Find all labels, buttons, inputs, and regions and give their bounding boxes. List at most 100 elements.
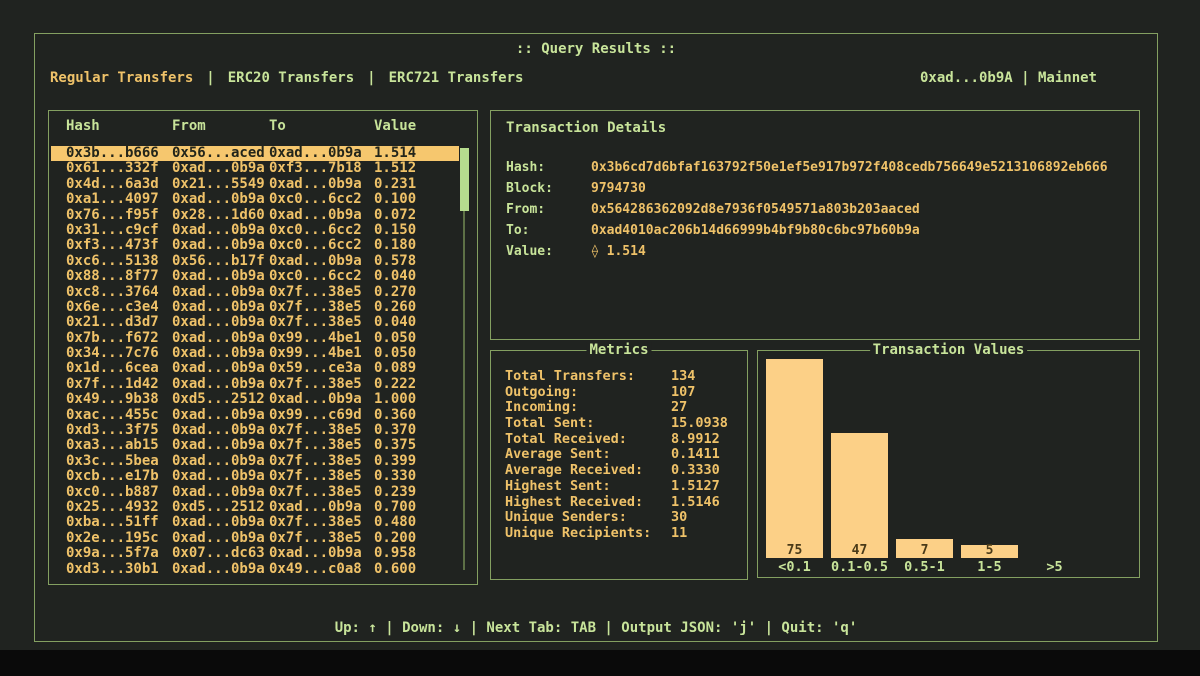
- bar-<0.1: 75: [766, 359, 823, 558]
- cell-to: 0xad...0b9a: [269, 177, 374, 192]
- tab-regular-transfers[interactable]: Regular Transfers: [50, 70, 193, 86]
- cell-value: 1.512: [374, 161, 459, 176]
- metric-row: Total Received:8.9912: [505, 432, 741, 448]
- table-row[interactable]: 0xba...51ff0xad...0b9a0x7f...38e50.480: [51, 515, 459, 530]
- cell-hash: 0x76...f95f: [66, 208, 172, 223]
- table-row[interactable]: 0x9a...5f7a0x07...dc630xad...0b9a0.958: [51, 546, 459, 561]
- table-row[interactable]: 0x34...7c760xad...0b9a0x99...4be10.050: [51, 346, 459, 361]
- table-row[interactable]: 0xf3...473f0xad...0b9a0xc0...6cc20.180: [51, 238, 459, 253]
- cell-to: 0x99...4be1: [269, 346, 374, 361]
- tab-erc20-transfers[interactable]: ERC20 Transfers: [228, 70, 354, 86]
- cell-from: 0xd5...2512: [172, 392, 269, 407]
- cell-from: 0xad...0b9a: [172, 438, 269, 453]
- metric-row: Average Received:0.3330: [505, 463, 741, 479]
- cell-from: 0xad...0b9a: [172, 531, 269, 546]
- transfers-table-panel: HashFromToValue 0x3b...b6660x56...aced0x…: [48, 110, 478, 585]
- cell-value: 0.700: [374, 500, 459, 515]
- table-row[interactable]: 0x49...9b380xd5...25120xad...0b9a1.000: [51, 392, 459, 407]
- cell-from: 0xad...0b9a: [172, 454, 269, 469]
- detail-label: To:: [506, 220, 591, 241]
- table-row[interactable]: 0x3b...b6660x56...aced0xad...0b9a1.514: [51, 146, 459, 161]
- cell-to: 0x49...c0a8: [269, 562, 374, 577]
- cell-value: 0.150: [374, 223, 459, 238]
- detail-label: Value:: [506, 241, 591, 262]
- cell-hash: 0xba...51ff: [66, 515, 172, 530]
- cell-from: 0xad...0b9a: [172, 161, 269, 176]
- table-row[interactable]: 0x7b...f6720xad...0b9a0x99...4be10.050: [51, 331, 459, 346]
- cell-to: 0xc0...6cc2: [269, 238, 374, 253]
- metric-row: Total Transfers:134: [505, 369, 741, 385]
- cell-hash: 0x31...c9cf: [66, 223, 172, 238]
- metric-value: 107: [671, 385, 695, 401]
- table-row[interactable]: 0xcb...e17b0xad...0b9a0x7f...38e50.330: [51, 469, 459, 484]
- cell-value: 0.231: [374, 177, 459, 192]
- table-row[interactable]: 0xd3...30b10xad...0b9a0x49...c0a80.600: [51, 562, 459, 577]
- cell-value: 0.200: [374, 531, 459, 546]
- bar-0.1-0.5: 47: [831, 433, 888, 558]
- cell-value: 0.040: [374, 315, 459, 330]
- cell-to: 0xad...0b9a: [269, 146, 374, 161]
- cell-hash: 0x21...d3d7: [66, 315, 172, 330]
- table-row[interactable]: 0x76...f95f0x28...1d600xad...0b9a0.072: [51, 208, 459, 223]
- tab-erc721-transfers[interactable]: ERC721 Transfers: [389, 70, 524, 86]
- table-row[interactable]: 0x1d...6cea0xad...0b9a0x59...ce3a0.089: [51, 361, 459, 376]
- table-row[interactable]: 0xa1...40970xad...0b9a0xc0...6cc20.100: [51, 192, 459, 207]
- table-row[interactable]: 0x6e...c3e40xad...0b9a0x7f...38e50.260: [51, 300, 459, 315]
- cell-value: 0.375: [374, 438, 459, 453]
- metric-label: Highest Received:: [505, 495, 671, 511]
- cell-to: 0xf3...7b18: [269, 161, 374, 176]
- cell-from: 0xad...0b9a: [172, 515, 269, 530]
- cell-hash: 0x7f...1d42: [66, 377, 172, 392]
- cell-value: 0.239: [374, 485, 459, 500]
- metric-label: Average Sent:: [505, 447, 671, 463]
- cell-hash: 0x7b...f672: [66, 331, 172, 346]
- detail-row: To:0xad4010ac206b14d66999b4bf9b80c6bc97b…: [506, 220, 1131, 241]
- cell-from: 0xad...0b9a: [172, 562, 269, 577]
- metric-label: Unique Senders:: [505, 510, 671, 526]
- cell-hash: 0x6e...c3e4: [66, 300, 172, 315]
- cell-value: 0.089: [374, 361, 459, 376]
- table-row[interactable]: 0x3c...5bea0xad...0b9a0x7f...38e50.399: [51, 454, 459, 469]
- cell-to: 0xc0...6cc2: [269, 223, 374, 238]
- table-row[interactable]: 0xac...455c0xad...0b9a0x99...c69d0.360: [51, 408, 459, 423]
- table-row[interactable]: 0xc8...37640xad...0b9a0x7f...38e50.270: [51, 285, 459, 300]
- cell-from: 0xd5...2512: [172, 500, 269, 515]
- tab-separator: |: [206, 70, 214, 86]
- table-row[interactable]: 0xc0...b8870xad...0b9a0x7f...38e50.239: [51, 485, 459, 500]
- metrics-panel: Metrics Total Transfers:134Outgoing:107I…: [490, 350, 748, 580]
- table-row[interactable]: 0x21...d3d70xad...0b9a0x7f...38e50.040: [51, 315, 459, 330]
- table-row[interactable]: 0x31...c9cf0xad...0b9a0xc0...6cc20.150: [51, 223, 459, 238]
- table-row[interactable]: 0x7f...1d420xad...0b9a0x7f...38e50.222: [51, 377, 459, 392]
- table-row[interactable]: 0x4d...6a3d0x21...55490xad...0b9a0.231: [51, 177, 459, 192]
- query-results-frame: :: Query Results :: Regular Transfers|ER…: [34, 33, 1158, 642]
- cell-from: 0xad...0b9a: [172, 192, 269, 207]
- table-row[interactable]: 0xc6...51380x56...b17f0xad...0b9a0.578: [51, 254, 459, 269]
- cell-hash: 0xc8...3764: [66, 285, 172, 300]
- cell-hash: 0xa3...ab15: [66, 438, 172, 453]
- table-row[interactable]: 0x25...49320xd5...25120xad...0b9a0.700: [51, 500, 459, 515]
- cell-from: 0xad...0b9a: [172, 269, 269, 284]
- table-row[interactable]: 0x88...8f770xad...0b9a0xc0...6cc20.040: [51, 269, 459, 284]
- scrollbar-thumb[interactable]: [460, 148, 469, 211]
- transaction-values-chart: Transaction Values 75<0.1470.1-0.570.5-1…: [757, 350, 1140, 578]
- table-row[interactable]: 0xd3...3f750xad...0b9a0x7f...38e50.370: [51, 423, 459, 438]
- cell-to: 0x7f...38e5: [269, 515, 374, 530]
- scrollbar-track[interactable]: [463, 150, 465, 570]
- table-row[interactable]: 0x61...332f0xad...0b9a0xf3...7b181.512: [51, 161, 459, 176]
- cell-to: 0x7f...38e5: [269, 423, 374, 438]
- cell-hash: 0x25...4932: [66, 500, 172, 515]
- table-row[interactable]: 0xa3...ab150xad...0b9a0x7f...38e50.375: [51, 438, 459, 453]
- detail-value: 0x564286362092d8e7936f0549571a803b203aac…: [591, 199, 920, 220]
- cell-value: 0.072: [374, 208, 459, 223]
- metric-label: Total Received:: [505, 432, 671, 448]
- terminal-window: :: Query Results :: Regular Transfers|ER…: [0, 0, 1200, 650]
- metrics-list: Total Transfers:134Outgoing:107Incoming:…: [505, 369, 741, 542]
- metric-value: 1.5127: [671, 479, 720, 495]
- cell-to: 0xad...0b9a: [269, 500, 374, 515]
- metric-value: 27: [671, 400, 687, 416]
- table-row[interactable]: 0x2e...195c0xad...0b9a0x7f...38e50.200: [51, 531, 459, 546]
- metric-row: Unique Senders:30: [505, 510, 741, 526]
- cell-hash: 0x9a...5f7a: [66, 546, 172, 561]
- cell-from: 0xad...0b9a: [172, 361, 269, 376]
- cell-hash: 0xd3...30b1: [66, 562, 172, 577]
